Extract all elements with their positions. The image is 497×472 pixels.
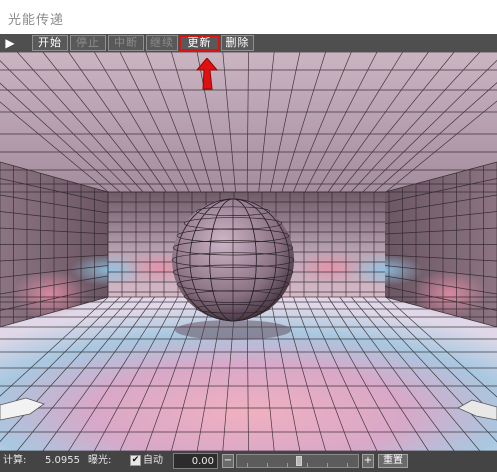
play-icon[interactable]: ▶ — [2, 35, 18, 51]
toolbar: ▶ 开始 停止 中断 继续 更新 删除 — [0, 34, 497, 52]
render-scene — [0, 52, 497, 451]
delete-button[interactable]: 删除 — [221, 35, 254, 51]
status-bar: 计算: 5.0955 曝光: ✔ 自动 − + 重置 — [0, 451, 497, 472]
reset-button[interactable]: 重置 — [378, 454, 408, 468]
radiosity-window: 光能传递 ▶ 开始 停止 中断 继续 更新 删除 计算: 5.0955 曝光: … — [0, 0, 497, 472]
window-title: 光能传递 — [8, 13, 65, 28]
calc-label: 计算: — [3, 455, 27, 466]
calc-value: 5.0955 — [45, 455, 80, 466]
sphere-shadow — [175, 320, 291, 340]
exposure-slider-thumb[interactable] — [296, 456, 302, 466]
exposure-slider[interactable] — [236, 454, 359, 468]
continue-button[interactable]: 继续 — [146, 35, 178, 51]
update-button[interactable]: 更新 — [179, 35, 220, 51]
exposure-minus-button[interactable]: − — [222, 454, 234, 468]
exposure-value-input[interactable] — [173, 453, 218, 469]
exposure-label: 曝光: — [88, 455, 112, 466]
auto-label: 自动 — [143, 455, 163, 466]
render-viewport[interactable] — [0, 52, 497, 451]
interrupt-button[interactable]: 中断 — [108, 35, 144, 51]
title-bar: 光能传递 — [0, 0, 497, 34]
auto-exposure-checkbox[interactable]: ✔ — [130, 455, 141, 466]
stop-button[interactable]: 停止 — [70, 35, 106, 51]
start-button[interactable]: 开始 — [32, 35, 68, 51]
exposure-plus-button[interactable]: + — [362, 454, 374, 468]
annotation-arrow-icon — [196, 58, 218, 90]
